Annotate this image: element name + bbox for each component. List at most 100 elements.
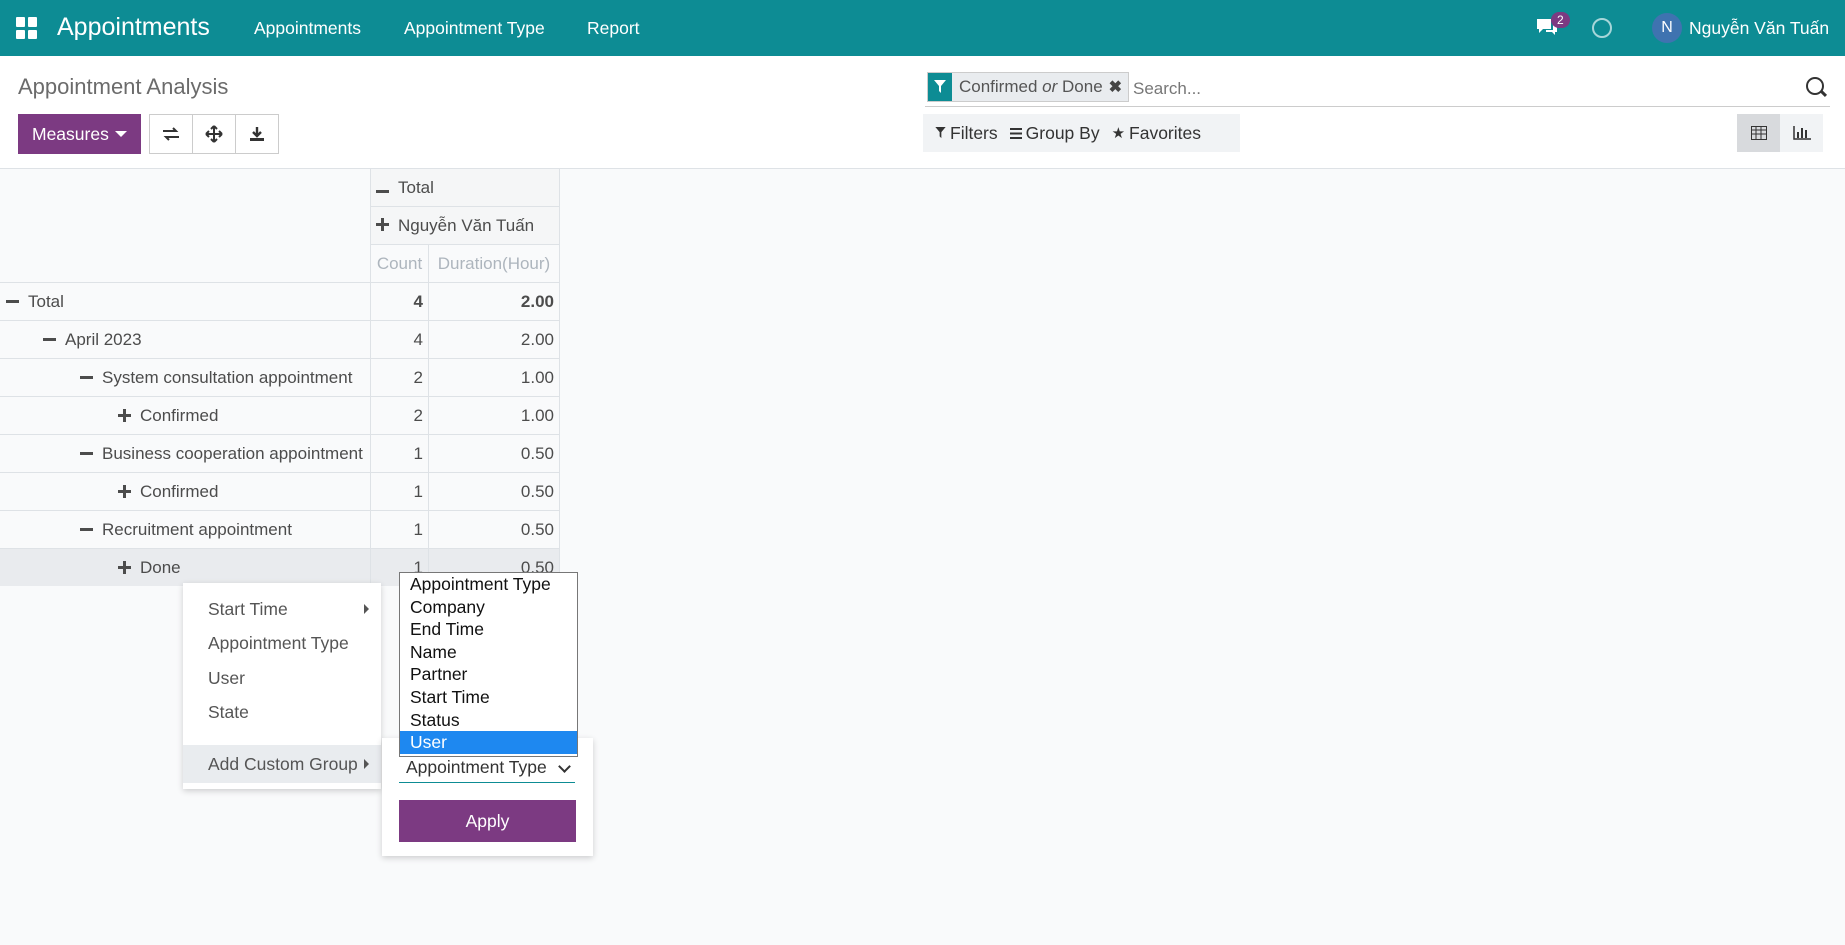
cell-count[interactable]: 1 [370,472,429,511]
pivot-corner [0,207,371,245]
option-partner[interactable]: Partner [400,663,577,686]
row-header[interactable]: Recruitment appointment [0,510,371,549]
expand-icon [118,409,131,422]
view-switcher [1737,114,1823,152]
group-by-button[interactable]: Group By [1009,123,1100,144]
row-header[interactable]: Done [0,548,371,586]
option-appointment-type[interactable]: Appointment Type [400,573,577,596]
user-name[interactable]: Nguyễn Văn Tuấn [1689,18,1829,39]
add-custom-group[interactable]: Add Custom Group [183,745,381,783]
option-name[interactable]: Name [400,641,577,664]
collapse-icon [376,189,389,193]
cell-count[interactable]: 2 [370,358,429,397]
cell-count[interactable]: 4 [370,282,429,321]
funnel-icon [935,127,946,139]
favorites-button[interactable]: ★ Favorites [1112,123,1201,144]
groupby-dropdown: Start Time Appointment Type User State A… [183,583,381,789]
row-header[interactable]: April 2023 [0,320,371,359]
menu-appointment-type[interactable]: Appointment Type [404,18,545,39]
star-icon: ★ [1111,125,1126,142]
cell-duration[interactable]: 0.50 [428,510,560,549]
table-row: Confirmed 2 1.00 [0,396,560,435]
cell-duration[interactable]: 0.50 [428,472,560,511]
row-header[interactable]: Confirmed [0,396,371,435]
groupby-state[interactable]: State [208,702,249,723]
graph-view-icon[interactable] [1780,114,1823,152]
collapse-icon [43,338,56,341]
search-input[interactable] [1131,76,1775,102]
cell-count[interactable]: 1 [370,510,429,549]
cell-count[interactable]: 1 [370,434,429,473]
cell-duration[interactable]: 2.00 [428,320,560,359]
pivot-corner [0,169,371,207]
avatar[interactable]: N [1652,13,1682,43]
chevron-right-icon [364,604,369,614]
custom-group-select[interactable]: Appointment Type [399,754,575,783]
table-row: Total 4 2.00 [0,282,560,321]
col-header-total[interactable]: Total [370,169,560,207]
groupby-start-time[interactable]: Start Time [208,599,288,620]
swap-axes-icon[interactable] [150,115,193,153]
apps-menu-icon[interactable] [16,17,38,39]
table-row: System consultation appointment 2 1.00 [0,358,560,397]
pivot-view-icon[interactable] [1737,114,1780,152]
menu-appointments[interactable]: Appointments [254,18,361,39]
collapse-icon [80,452,93,455]
option-end-time[interactable]: End Time [400,618,577,641]
table-row: Business cooperation appointment 1 0.50 [0,434,560,473]
cell-count[interactable]: 4 [370,320,429,359]
facet-text: Confirmed or Done [959,77,1103,96]
row-header[interactable]: Business cooperation appointment [0,434,371,473]
option-status[interactable]: Status [400,709,577,732]
pivot-corner [0,245,371,283]
filter-facet[interactable]: Confirmed or Done ✖ [927,72,1130,102]
measure-header-count[interactable]: Count [370,244,429,283]
cell-duration[interactable]: 0.50 [428,434,560,473]
app-title[interactable]: Appointments [57,13,210,42]
expand-icon [118,561,131,574]
menu-report[interactable]: Report [587,18,640,39]
option-company[interactable]: Company [400,596,577,619]
option-start-time[interactable]: Start Time [400,686,577,709]
add-custom-group-label: Add Custom Group [208,754,358,774]
download-icon[interactable] [236,115,278,153]
option-user[interactable]: User [400,731,577,754]
cell-duration[interactable]: 1.00 [428,396,560,435]
collapse-icon [80,528,93,531]
chevron-right-icon [364,759,369,769]
row-header[interactable]: System consultation appointment [0,358,371,397]
measures-button[interactable]: Measures [18,114,141,154]
row-header[interactable]: Total [0,282,371,321]
cell-duration[interactable]: 2.00 [428,282,560,321]
caret-down-icon [115,131,127,137]
table-row: Confirmed 1 0.50 [0,472,560,511]
activity-clock-icon[interactable] [1592,18,1612,38]
remove-facet-icon[interactable]: ✖ [1107,77,1128,97]
top-navbar: Appointments Appointments Appointment Ty… [0,0,1845,56]
list-icon [1009,127,1022,139]
chevron-down-icon [558,760,571,773]
cell-count[interactable]: 2 [370,396,429,435]
control-panel: Appointment Analysis Measures Confirmed … [0,56,1845,169]
col-header-user[interactable]: Nguyễn Văn Tuấn [370,206,560,245]
collapse-icon [80,376,93,379]
collapse-icon [6,300,19,303]
groupby-user[interactable]: User [208,668,245,689]
apply-button[interactable]: Apply [399,800,576,842]
row-header[interactable]: Confirmed [0,472,371,511]
expand-icon [376,217,389,231]
measure-header-duration[interactable]: Duration(Hour) [428,244,560,283]
table-row: Recruitment appointment 1 0.50 [0,510,560,549]
expand-icon [118,485,131,498]
groupby-appointment-type[interactable]: Appointment Type [208,633,349,654]
expand-all-icon[interactable] [193,115,236,153]
cell-duration[interactable]: 1.00 [428,358,560,397]
measures-label: Measures [32,123,109,144]
search-icon[interactable] [1806,77,1824,95]
search-bar: Confirmed or Done ✖ [925,70,1830,107]
chat-badge: 2 [1551,12,1570,28]
filters-button[interactable]: Filters [935,123,998,144]
page-title: Appointment Analysis [18,74,229,99]
filter-icon [928,73,952,101]
filter-bar: Filters Group By ★ Favorites [923,114,1240,152]
